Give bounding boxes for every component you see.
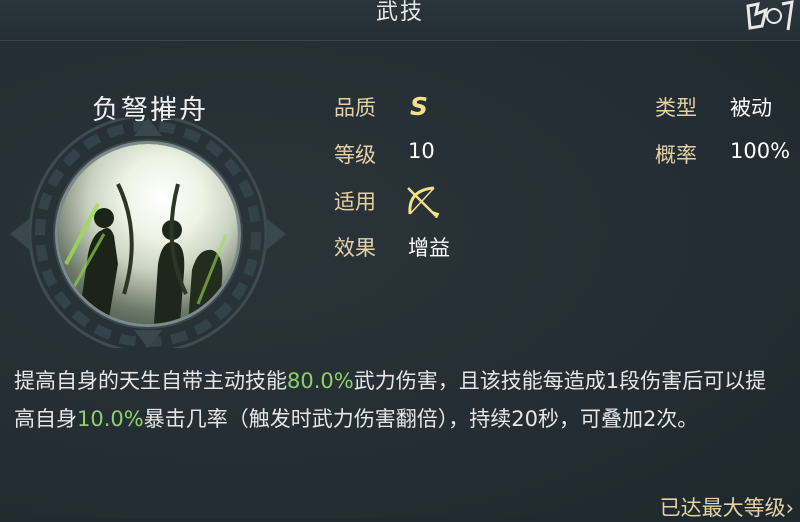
chevron-right-icon: › [785, 496, 794, 520]
effect-value: 增益 [408, 236, 450, 260]
description-text-1: 提高自身的天生自带主动技能 [14, 369, 287, 393]
description-text-3: 暴击几率（触发时武力伤害翻倍），持续20秒，可叠加2次。 [143, 407, 699, 431]
type-value: 被动 [730, 96, 772, 120]
bow-icon [407, 186, 440, 218]
description-value-2: 10.0% [77, 407, 144, 431]
effect-label: 效果 [334, 236, 376, 260]
skill-portrait [58, 144, 238, 324]
rate-value: 100% [730, 139, 791, 163]
max-level-status[interactable]: 已达最大等级› [660, 492, 794, 522]
type-label: 类型 [655, 96, 697, 120]
level-value: 10 [408, 139, 435, 163]
quality-label: 品质 [334, 96, 376, 120]
archers-illustration-icon [64, 183, 228, 324]
header-bar: 武技 [0, 0, 800, 41]
description-value-1: 80.0% [287, 369, 354, 393]
max-level-label: 已达最大等级 [659, 496, 786, 520]
skill-description: 提高自身的天生自带主动技能80.0%武力伤害，且该技能每造成1段伤害后可以提高自… [14, 362, 784, 438]
game-logo-icon [746, 0, 794, 31]
rate-label: 概率 [655, 143, 697, 167]
page-title: 武技 [375, 0, 424, 25]
applicable-label: 适用 [334, 190, 376, 214]
quality-grade: S [410, 92, 429, 121]
level-label: 等级 [334, 143, 376, 167]
